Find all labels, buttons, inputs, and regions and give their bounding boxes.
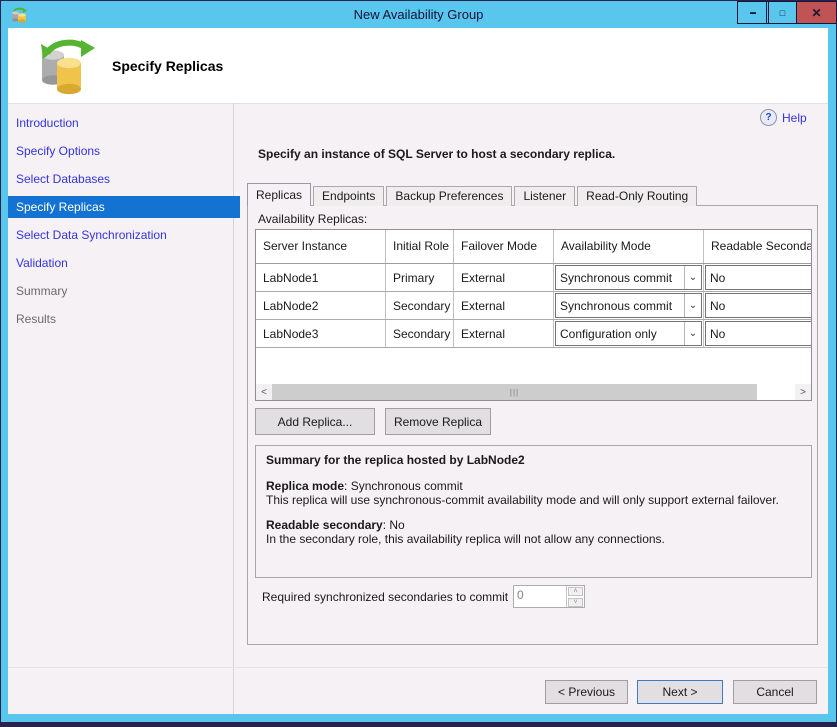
readable-secondary-value: No — [706, 299, 811, 313]
col-server-instance: Server Instance — [256, 230, 386, 263]
horizontal-scrollbar[interactable]: < ||| > — [256, 384, 811, 400]
cell-failover-mode: External — [454, 264, 554, 291]
sidebar-item-select-databases[interactable]: Select Databases — [16, 170, 110, 188]
add-replica-button[interactable]: Add Replica... — [255, 408, 375, 435]
cancel-button[interactable]: Cancel — [733, 680, 817, 704]
sidebar-divider — [233, 103, 234, 714]
spinner-buttons: ˄ ˅ — [566, 586, 584, 607]
cell-initial-role: Secondary — [386, 292, 454, 319]
cell-failover-mode: External — [454, 320, 554, 347]
replica-summary-panel: Summary for the replica hosted by LabNod… — [255, 445, 812, 578]
tab-read-only-routing[interactable]: Read-Only Routing — [577, 186, 697, 206]
close-button[interactable]: ✕ — [796, 1, 837, 24]
cell-server: LabNode3 — [256, 320, 386, 347]
spin-down-icon[interactable]: ˅ — [568, 598, 583, 607]
readable-secondary-dropdown[interactable]: No — [705, 265, 811, 290]
replicas-table: Server Instance Initial Role Failover Mo… — [255, 229, 812, 401]
tab-backup-preferences[interactable]: Backup Preferences — [386, 186, 512, 206]
tab-listener[interactable]: Listener — [514, 186, 575, 206]
readable-secondary-summary-value: : No — [383, 518, 405, 532]
availability-mode-dropdown[interactable]: Synchronous commit ⌄ — [555, 293, 702, 318]
tab-strip: Replicas Endpoints Backup Preferences Li… — [247, 184, 699, 206]
minimize-icon: ▬ — [750, 10, 756, 16]
table-row[interactable]: LabNode3 Secondary External Configuratio… — [256, 320, 811, 348]
col-initial-role: Initial Role — [386, 230, 454, 263]
sidebar-item-summary: Summary — [16, 282, 67, 300]
footer-divider — [8, 667, 828, 668]
page-title: Specify Replicas — [112, 58, 223, 74]
col-readable-secondary: Readable Secondary — [704, 230, 811, 263]
cell-initial-role: Primary — [386, 264, 454, 291]
window-border-bottom — [1, 714, 836, 722]
availability-mode-value: Synchronous commit — [556, 271, 684, 285]
summary-replica-mode-line: Replica mode: Synchronous commit — [266, 479, 801, 493]
remove-replica-button[interactable]: Remove Replica — [385, 408, 491, 435]
help-icon: ? — [760, 109, 777, 126]
availability-mode-dropdown[interactable]: Synchronous commit ⌄ — [555, 265, 702, 290]
chevron-down-icon[interactable]: ⌄ — [684, 266, 701, 289]
scroll-left-button[interactable]: < — [256, 384, 272, 400]
window-title: New Availability Group — [1, 1, 836, 28]
previous-button[interactable]: < Previous — [545, 680, 628, 704]
summary-replica-mode-desc: This replica will use synchronous-commit… — [266, 493, 801, 507]
spin-up-icon[interactable]: ˄ — [568, 587, 583, 596]
scrollbar-thumb[interactable]: ||| — [272, 384, 757, 400]
sidebar-item-introduction[interactable]: Introduction — [16, 114, 79, 132]
readable-secondary-value: No — [706, 327, 811, 341]
cell-server: LabNode2 — [256, 292, 386, 319]
instruction-text: Specify an instance of SQL Server to hos… — [258, 147, 615, 161]
availability-mode-value: Synchronous commit — [556, 299, 684, 313]
help-link[interactable]: ? Help — [760, 109, 807, 126]
scrollbar-track[interactable]: ||| — [272, 384, 795, 400]
titlebar[interactable]: New Availability Group ▬ □ ✕ — [1, 1, 836, 28]
maximize-icon: □ — [780, 8, 785, 18]
scroll-right-button[interactable]: > — [795, 384, 811, 400]
cell-failover-mode: External — [454, 292, 554, 319]
maximize-button[interactable]: □ — [766, 1, 799, 24]
chevron-down-icon[interactable]: ⌄ — [684, 294, 701, 317]
chevron-down-icon[interactable]: ⌄ — [684, 322, 701, 345]
help-label: Help — [782, 111, 807, 125]
sidebar-item-select-data-synchronization[interactable]: Select Data Synchronization — [16, 226, 167, 244]
availability-mode-value: Configuration only — [556, 327, 684, 341]
readable-secondary-value: No — [706, 271, 811, 285]
availability-mode-dropdown[interactable]: Configuration only ⌄ — [555, 321, 702, 346]
minimize-button[interactable]: ▬ — [737, 1, 769, 24]
next-button[interactable]: Next > — [637, 680, 723, 704]
readable-secondary-label: Readable secondary — [266, 518, 383, 532]
window-border-left — [1, 28, 8, 722]
table-header-row: Server Instance Initial Role Failover Mo… — [256, 230, 811, 264]
col-failover-mode: Failover Mode — [454, 230, 554, 263]
summary-readable-desc: In the secondary role, this availability… — [266, 532, 801, 546]
cell-initial-role: Secondary — [386, 320, 454, 347]
replica-mode-label: Replica mode — [266, 479, 344, 493]
close-icon: ✕ — [811, 6, 821, 20]
tab-endpoints[interactable]: Endpoints — [313, 186, 384, 206]
cell-server: LabNode1 — [256, 264, 386, 291]
table-row[interactable]: LabNode1 Primary External Synchronous co… — [256, 264, 811, 292]
readable-secondary-dropdown[interactable]: No — [705, 321, 811, 346]
summary-title: Summary for the replica hosted by LabNod… — [266, 453, 801, 467]
required-secondaries-label: Required synchronized secondaries to com… — [262, 590, 508, 604]
col-availability-mode: Availability Mode — [554, 230, 704, 263]
sidebar-item-specify-options[interactable]: Specify Options — [16, 142, 100, 160]
summary-readable-line: Readable secondary: No — [266, 518, 801, 532]
sidebar-item-specify-replicas[interactable]: Specify Replicas — [8, 196, 240, 218]
readable-secondary-dropdown[interactable]: No — [705, 293, 811, 318]
window: New Availability Group ▬ □ ✕ Specify Rep… — [0, 0, 837, 727]
sidebar-item-results: Results — [16, 310, 56, 328]
spinner-value[interactable]: 0 — [514, 586, 566, 607]
required-secondaries-spinner[interactable]: 0 ˄ ˅ — [513, 585, 585, 608]
availability-replicas-label: Availability Replicas: — [258, 212, 367, 226]
sidebar-item-validation[interactable]: Validation — [16, 254, 68, 272]
database-sync-icon — [33, 38, 97, 96]
table-row[interactable]: LabNode2 Secondary External Synchronous … — [256, 292, 811, 320]
tab-replicas[interactable]: Replicas — [247, 183, 311, 206]
replica-mode-value: : Synchronous commit — [344, 479, 463, 493]
window-border-right — [828, 28, 836, 722]
